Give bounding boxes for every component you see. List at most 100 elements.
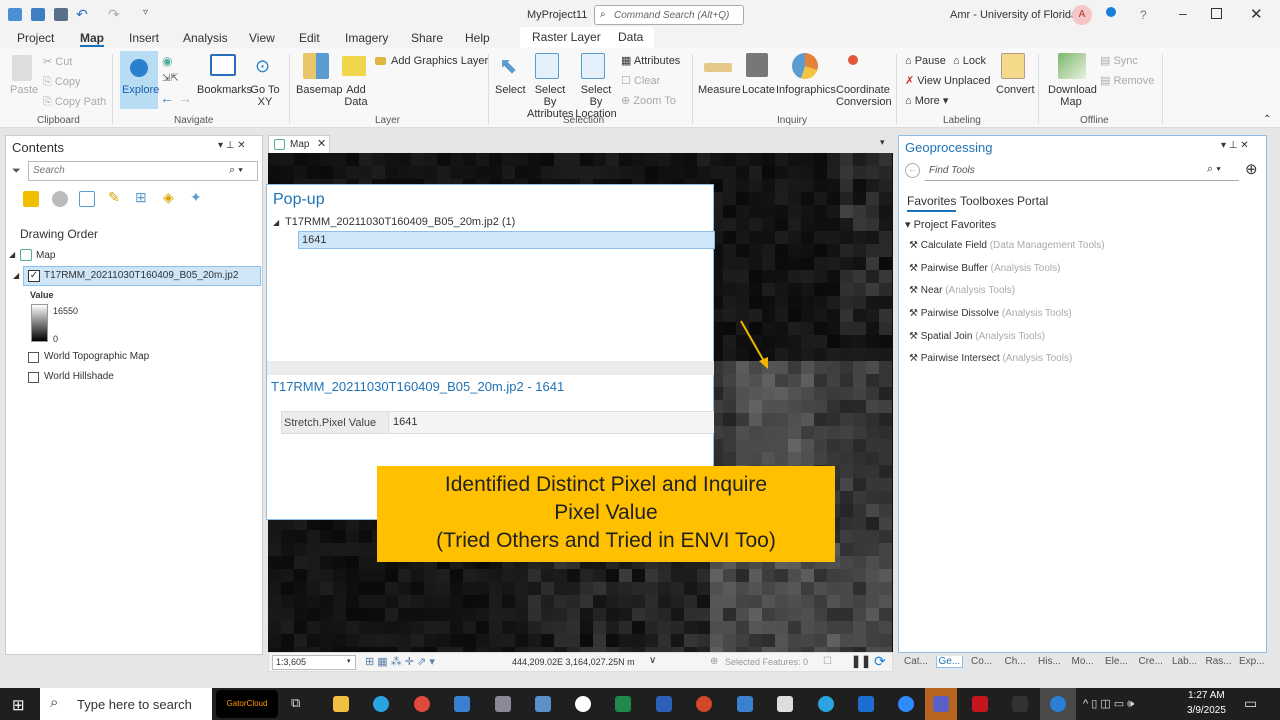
pane-tab[interactable]: Mo... xyxy=(1070,656,1096,667)
list-by-editing-icon[interactable]: ✎ xyxy=(108,189,120,206)
select-button[interactable]: Select xyxy=(495,84,526,96)
calculator-icon[interactable] xyxy=(535,696,551,712)
expand-icon[interactable]: ◢ xyxy=(9,250,15,259)
clear-selection-icon[interactable]: ☐ xyxy=(823,656,832,667)
tab-help[interactable]: Help xyxy=(465,31,490,45)
open-project-icon[interactable] xyxy=(31,8,45,21)
popup-splitter[interactable] xyxy=(267,361,714,375)
tab-insert[interactable]: Insert xyxy=(129,31,159,45)
pane-options-icon[interactable]: ▾ ⊥ ✕ xyxy=(1221,140,1249,151)
list-by-data-source-icon[interactable] xyxy=(52,191,68,207)
tool-near[interactable]: ⚒ Near (Analysis Tools) xyxy=(909,285,1015,296)
add-icon[interactable]: ⊕ xyxy=(1245,160,1258,178)
tool-calculate-field[interactable]: ⚒ Calculate Field (Data Management Tools… xyxy=(909,240,1105,251)
app-icon[interactable] xyxy=(1012,696,1028,712)
word-icon[interactable] xyxy=(656,696,672,712)
lock-button[interactable]: ⌂ Lock xyxy=(953,55,986,67)
tab-toolboxes[interactable]: Toolboxes xyxy=(960,194,1014,208)
explore-button[interactable]: Explore xyxy=(120,51,159,109)
view-unplaced-button[interactable]: ✗ View Unplaced xyxy=(905,75,990,87)
refresh-icon[interactable]: ⟳ xyxy=(874,653,886,670)
teams-button[interactable] xyxy=(925,688,957,720)
collapse-ribbon-icon[interactable]: ⌃ xyxy=(1263,114,1271,125)
find-tools-input[interactable]: Find Tools ⌕ ▾ xyxy=(925,161,1239,181)
infographics-button[interactable]: Infographics xyxy=(776,84,836,96)
arcgis-pro-button[interactable] xyxy=(1040,688,1076,720)
system-tray-icons[interactable]: ^ ▯ ◫ ▭ 🕪 xyxy=(1083,697,1134,711)
pause-drawing-icon[interactable]: ❚❚ xyxy=(851,654,871,668)
measure-button[interactable]: Measure xyxy=(698,84,741,96)
download-map-button[interactable]: Download Map xyxy=(1048,84,1097,108)
pane-tab[interactable]: Lab... xyxy=(1170,656,1199,667)
task-view-icon[interactable]: ⧉ xyxy=(291,695,300,711)
layer-world-hillshade[interactable]: World Hillshade xyxy=(44,371,114,382)
map-node[interactable]: Map xyxy=(36,250,55,261)
search-icon[interactable]: ⌕ ▾ xyxy=(229,164,243,177)
clock-date[interactable]: 3/9/2025 xyxy=(1187,705,1226,716)
remove-button[interactable]: ▤ Remove xyxy=(1100,75,1154,87)
pane-tab[interactable]: Ras... xyxy=(1204,656,1234,667)
acrobat-icon[interactable] xyxy=(972,696,988,712)
undo-icon[interactable]: ↶ xyxy=(76,6,88,23)
list-by-perspective-icon[interactable]: ✦ xyxy=(190,189,202,206)
tab-favorites[interactable]: Favorites xyxy=(907,194,957,212)
add-data-button[interactable]: Add Data xyxy=(342,84,370,108)
scale-selector[interactable]: 1:3,605 ▾ xyxy=(272,655,356,670)
sync-button[interactable]: ▤ Sync xyxy=(1100,55,1138,67)
coordinate-conversion-button[interactable]: Coordinate Conversion xyxy=(836,84,892,108)
close-button[interactable]: ✕ xyxy=(1250,5,1263,23)
outlook-icon[interactable] xyxy=(858,696,874,712)
zoom-to-button[interactable]: ⊕ Zoom To xyxy=(621,95,676,107)
fixed-zoom-icon[interactable]: ⇲⇱ xyxy=(162,73,179,84)
layer-row-selected[interactable]: ◢ ✓ T17RMM_20211030T160409_B05_20m.jp2 xyxy=(13,266,261,286)
add-graphics-layer-button[interactable]: Add Graphics Layer xyxy=(391,55,488,67)
minimize-button[interactable]: – xyxy=(1179,5,1187,21)
tool-spatial-join[interactable]: ⚒ Spatial Join (Analysis Tools) xyxy=(909,331,1045,342)
filter-icon[interactable]: ⏷ xyxy=(12,165,21,178)
file-explorer-icon[interactable] xyxy=(333,696,349,712)
zoom-icon[interactable] xyxy=(898,696,914,712)
notifications-icon[interactable]: ▭ xyxy=(1244,695,1257,712)
pane-tab[interactable]: Ge... xyxy=(935,656,964,668)
close-tab-icon[interactable]: ✕ xyxy=(317,137,326,150)
search-icon[interactable]: ⌕ ▾ xyxy=(1207,163,1221,176)
edge-icon[interactable] xyxy=(373,696,389,712)
back-icon[interactable]: ← xyxy=(905,163,920,178)
go-to-xy-button[interactable]: Go To XY xyxy=(250,84,280,108)
save-icon[interactable] xyxy=(54,8,68,21)
chevron-down-icon[interactable]: ∨ xyxy=(649,655,656,666)
clock-time[interactable]: 1:27 AM xyxy=(1188,690,1225,701)
back-icon[interactable]: ← xyxy=(160,90,174,106)
more-button[interactable]: ⌂ More ▾ xyxy=(905,95,948,107)
help-button[interactable]: ? xyxy=(1140,8,1147,22)
paste-button[interactable]: Paste xyxy=(10,84,38,96)
tab-map-view[interactable]: Map ✕ xyxy=(268,135,330,153)
cut-button[interactable]: ✂ Cut xyxy=(43,56,72,68)
pane-tab[interactable]: Cre... xyxy=(1137,656,1165,667)
selected-features-count[interactable]: Selected Features: 0 xyxy=(725,657,808,667)
gatorcloud-button[interactable]: GatorCloud xyxy=(216,690,278,718)
expand-icon[interactable]: ◢ xyxy=(273,218,279,227)
copy-button[interactable]: ⎘ Copy xyxy=(43,76,81,88)
tab-share[interactable]: Share xyxy=(411,31,443,45)
layer-visibility-checkbox[interactable] xyxy=(28,372,39,383)
map-tools-icons[interactable]: ⊞ ▦ ⁂ ✛ ⇗ ▾ xyxy=(365,655,435,668)
powerpoint-icon[interactable] xyxy=(696,696,712,712)
scanner-icon[interactable] xyxy=(495,696,511,712)
vpn-icon[interactable] xyxy=(575,696,591,712)
user-name[interactable]: Amr - University of Florida xyxy=(950,9,1077,21)
pane-tab[interactable]: His... xyxy=(1036,656,1063,667)
full-extent-icon[interactable]: ◉ xyxy=(162,54,172,68)
pane-tab[interactable]: Cat... xyxy=(902,656,930,667)
contents-search-input[interactable]: Search ⌕ ▾ xyxy=(28,161,258,181)
layer-world-topographic[interactable]: World Topographic Map xyxy=(44,351,149,362)
tool-pairwise-buffer[interactable]: ⚒ Pairwise Buffer (Analysis Tools) xyxy=(909,263,1060,274)
forward-icon[interactable]: → xyxy=(178,90,192,106)
tab-analysis[interactable]: Analysis xyxy=(183,31,228,45)
popup-feature-selected[interactable]: 1641 xyxy=(298,231,715,249)
tab-data[interactable]: Data xyxy=(618,30,643,44)
chrome-icon[interactable] xyxy=(414,696,430,712)
popup-layer-node[interactable]: T17RMM_20211030T160409_B05_20m.jp2 (1) xyxy=(285,216,515,228)
layer-visibility-checkbox[interactable] xyxy=(28,352,39,363)
convert-button[interactable]: Convert xyxy=(996,84,1035,96)
